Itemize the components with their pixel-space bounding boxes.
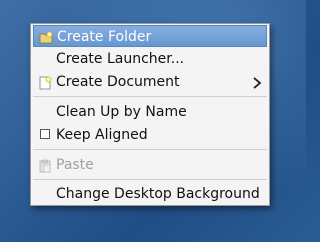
menu-item-label: Paste xyxy=(56,157,94,173)
menu-separator xyxy=(33,179,267,180)
menu-item-create-folder[interactable]: Create Folder xyxy=(33,25,267,47)
document-new-icon xyxy=(38,75,52,90)
menu-separator xyxy=(33,149,267,150)
menu-item-label: Create Launcher... xyxy=(56,51,185,67)
menu-item-change-desktop-background[interactable]: Change Desktop Background xyxy=(33,183,267,205)
keep-aligned-checkbox[interactable] xyxy=(40,129,50,139)
menu-item-create-document[interactable]: Create Document xyxy=(33,71,267,93)
desktop-context-menu: Create Folder Create Launcher... Create … xyxy=(30,23,270,206)
menu-item-keep-aligned[interactable]: Keep Aligned xyxy=(33,124,267,146)
folder-new-icon xyxy=(39,30,53,44)
menu-item-paste[interactable]: Paste xyxy=(33,154,267,176)
menu-item-label: Create Folder xyxy=(57,29,152,45)
menu-item-label: Change Desktop Background xyxy=(56,186,260,202)
menu-separator xyxy=(33,96,267,97)
menu-item-label: Keep Aligned xyxy=(56,127,148,143)
menu-item-create-launcher[interactable]: Create Launcher... xyxy=(33,48,267,70)
chevron-right-icon xyxy=(251,75,263,89)
menu-item-clean-up-by-name[interactable]: Clean Up by Name xyxy=(33,101,267,123)
menu-item-label: Create Document xyxy=(56,74,180,90)
paste-icon xyxy=(38,158,52,173)
menu-item-label: Clean Up by Name xyxy=(56,104,187,120)
